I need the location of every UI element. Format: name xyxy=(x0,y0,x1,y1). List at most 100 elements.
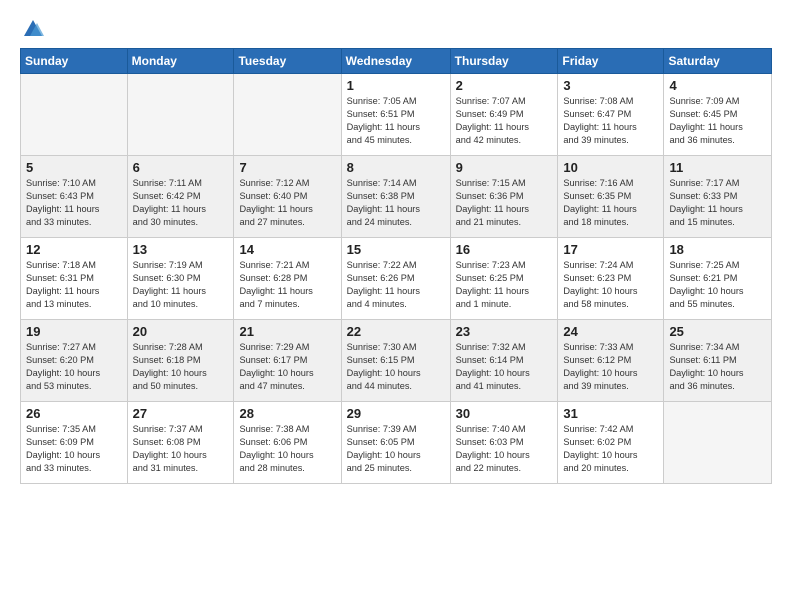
day-number: 14 xyxy=(239,242,335,257)
day-number: 3 xyxy=(563,78,658,93)
day-number: 2 xyxy=(456,78,553,93)
day-cell: 16Sunrise: 7:23 AM Sunset: 6:25 PM Dayli… xyxy=(450,238,558,320)
day-number: 22 xyxy=(347,324,445,339)
day-number: 15 xyxy=(347,242,445,257)
day-number: 4 xyxy=(669,78,766,93)
day-info: Sunrise: 7:15 AM Sunset: 6:36 PM Dayligh… xyxy=(456,177,553,229)
day-number: 20 xyxy=(133,324,229,339)
day-info: Sunrise: 7:07 AM Sunset: 6:49 PM Dayligh… xyxy=(456,95,553,147)
day-number: 30 xyxy=(456,406,553,421)
day-cell: 29 Sunrise: 7:39 AM Sunset: 6:05 PM Dayli… xyxy=(341,402,450,484)
day-cell: 17 Sunrise: 7:24 AM Sunset: 6:23 PM Dayli… xyxy=(558,238,664,320)
day-number: 19 xyxy=(26,324,122,339)
day-cell: 28 Sunrise: 7:38 AM Sunset: 6:06 PM Dayli… xyxy=(234,402,341,484)
day-number: 13 xyxy=(133,242,229,257)
day-number: 18 xyxy=(669,242,766,257)
weekday-header-row: SundayMondayTuesdayWednesdayThursdayFrid… xyxy=(21,49,772,74)
day-number: 24 xyxy=(563,324,658,339)
day-cell: 22 Sunrise: 7:30 AM Sunset: 6:15 PM Dayli… xyxy=(341,320,450,402)
day-info: Sunrise: 7:25 AM Sunset: 6:21 PM Dayligh… xyxy=(669,259,766,311)
day-info: Sunrise: 7:09 AM Sunset: 6:45 PM Dayligh… xyxy=(669,95,766,147)
day-info: Sunrise: 7:21 AM Sunset: 6:28 PM Dayligh… xyxy=(239,259,335,311)
day-info: Sunrise: 7:39 AM Sunset: 6:05 PM Dayligh… xyxy=(347,423,445,475)
day-info: Sunrise: 7:42 AM Sunset: 6:02 PM Dayligh… xyxy=(563,423,658,475)
day-cell: 23 Sunrise: 7:32 AM Sunset: 6:14 PM Dayli… xyxy=(450,320,558,402)
day-info: Sunrise: 7:24 AM Sunset: 6:23 PM Dayligh… xyxy=(563,259,658,311)
day-cell: 25 Sunrise: 7:34 AM Sunset: 6:11 PM Dayli… xyxy=(664,320,772,402)
weekday-header-friday: Friday xyxy=(558,49,664,74)
day-cell: 15 Sunrise: 7:22 AM Sunset: 6:26 PM Dayli… xyxy=(341,238,450,320)
week-row-5: 26 Sunrise: 7:35 AM Sunset: 6:09 PM Dayli… xyxy=(21,402,772,484)
page: SundayMondayTuesdayWednesdayThursdayFrid… xyxy=(0,0,792,612)
day-cell: 19 Sunrise: 7:27 AM Sunset: 6:20 PM Dayli… xyxy=(21,320,128,402)
weekday-header-sunday: Sunday xyxy=(21,49,128,74)
day-number: 17 xyxy=(563,242,658,257)
header-area xyxy=(20,18,772,40)
day-cell: 26 Sunrise: 7:35 AM Sunset: 6:09 PM Dayli… xyxy=(21,402,128,484)
day-info: Sunrise: 7:14 AM Sunset: 6:38 PM Dayligh… xyxy=(347,177,445,229)
day-number: 16 xyxy=(456,242,553,257)
week-row-3: 12 Sunrise: 7:18 AM Sunset: 6:31 PM Dayli… xyxy=(21,238,772,320)
day-number: 5 xyxy=(26,160,122,175)
week-row-4: 19 Sunrise: 7:27 AM Sunset: 6:20 PM Dayli… xyxy=(21,320,772,402)
day-info: Sunrise: 7:16 AM Sunset: 6:35 PM Dayligh… xyxy=(563,177,658,229)
day-info: Sunrise: 7:28 AM Sunset: 6:18 PM Dayligh… xyxy=(133,341,229,393)
day-cell: 13 Sunrise: 7:19 AM Sunset: 6:30 PM Dayli… xyxy=(127,238,234,320)
day-number: 28 xyxy=(239,406,335,421)
day-cell: 12 Sunrise: 7:18 AM Sunset: 6:31 PM Dayli… xyxy=(21,238,128,320)
day-cell: 14 Sunrise: 7:21 AM Sunset: 6:28 PM Dayli… xyxy=(234,238,341,320)
day-cell: 1Sunrise: 7:05 AM Sunset: 6:51 PM Daylig… xyxy=(341,74,450,156)
day-info: Sunrise: 7:38 AM Sunset: 6:06 PM Dayligh… xyxy=(239,423,335,475)
day-number: 7 xyxy=(239,160,335,175)
day-info: Sunrise: 7:30 AM Sunset: 6:15 PM Dayligh… xyxy=(347,341,445,393)
day-number: 11 xyxy=(669,160,766,175)
day-info: Sunrise: 7:22 AM Sunset: 6:26 PM Dayligh… xyxy=(347,259,445,311)
day-number: 9 xyxy=(456,160,553,175)
day-number: 25 xyxy=(669,324,766,339)
day-number: 12 xyxy=(26,242,122,257)
day-cell: 4 Sunrise: 7:09 AM Sunset: 6:45 PM Daylig… xyxy=(664,74,772,156)
day-info: Sunrise: 7:33 AM Sunset: 6:12 PM Dayligh… xyxy=(563,341,658,393)
day-info: Sunrise: 7:11 AM Sunset: 6:42 PM Dayligh… xyxy=(133,177,229,229)
day-number: 27 xyxy=(133,406,229,421)
day-cell: 18 Sunrise: 7:25 AM Sunset: 6:21 PM Dayli… xyxy=(664,238,772,320)
day-info: Sunrise: 7:35 AM Sunset: 6:09 PM Dayligh… xyxy=(26,423,122,475)
day-info: Sunrise: 7:27 AM Sunset: 6:20 PM Dayligh… xyxy=(26,341,122,393)
day-cell: 3 Sunrise: 7:08 AM Sunset: 6:47 PM Daylig… xyxy=(558,74,664,156)
day-info: Sunrise: 7:18 AM Sunset: 6:31 PM Dayligh… xyxy=(26,259,122,311)
calendar-table: SundayMondayTuesdayWednesdayThursdayFrid… xyxy=(20,48,772,484)
day-number: 29 xyxy=(347,406,445,421)
day-number: 8 xyxy=(347,160,445,175)
day-cell xyxy=(127,74,234,156)
day-cell: 21Sunrise: 7:29 AM Sunset: 6:17 PM Dayli… xyxy=(234,320,341,402)
day-cell: 5 Sunrise: 7:10 AM Sunset: 6:43 PM Daylig… xyxy=(21,156,128,238)
day-number: 6 xyxy=(133,160,229,175)
day-cell: 6 Sunrise: 7:11 AM Sunset: 6:42 PM Daylig… xyxy=(127,156,234,238)
day-cell: 2 Sunrise: 7:07 AM Sunset: 6:49 PM Daylig… xyxy=(450,74,558,156)
day-info: Sunrise: 7:19 AM Sunset: 6:30 PM Dayligh… xyxy=(133,259,229,311)
day-number: 31 xyxy=(563,406,658,421)
day-info: Sunrise: 7:08 AM Sunset: 6:47 PM Dayligh… xyxy=(563,95,658,147)
day-cell: 7 Sunrise: 7:12 AM Sunset: 6:40 PM Daylig… xyxy=(234,156,341,238)
day-info: Sunrise: 7:05 AM Sunset: 6:51 PM Dayligh… xyxy=(347,95,445,147)
day-cell xyxy=(234,74,341,156)
day-cell xyxy=(21,74,128,156)
weekday-header-monday: Monday xyxy=(127,49,234,74)
day-info: Sunrise: 7:10 AM Sunset: 6:43 PM Dayligh… xyxy=(26,177,122,229)
day-cell: 9 Sunrise: 7:15 AM Sunset: 6:36 PM Daylig… xyxy=(450,156,558,238)
day-cell: 24 Sunrise: 7:33 AM Sunset: 6:12 PM Dayli… xyxy=(558,320,664,402)
day-number: 26 xyxy=(26,406,122,421)
day-info: Sunrise: 7:12 AM Sunset: 6:40 PM Dayligh… xyxy=(239,177,335,229)
logo xyxy=(20,18,44,40)
day-cell: 20 Sunrise: 7:28 AM Sunset: 6:18 PM Dayli… xyxy=(127,320,234,402)
logo-icon xyxy=(22,18,44,40)
day-cell xyxy=(664,402,772,484)
weekday-header-tuesday: Tuesday xyxy=(234,49,341,74)
day-cell: 31 Sunrise: 7:42 AM Sunset: 6:02 PM Dayli… xyxy=(558,402,664,484)
day-cell: 8 Sunrise: 7:14 AM Sunset: 6:38 PM Daylig… xyxy=(341,156,450,238)
week-row-2: 5 Sunrise: 7:10 AM Sunset: 6:43 PM Daylig… xyxy=(21,156,772,238)
day-info: Sunrise: 7:32 AM Sunset: 6:14 PM Dayligh… xyxy=(456,341,553,393)
day-number: 21 xyxy=(239,324,335,339)
day-info: Sunrise: 7:34 AM Sunset: 6:11 PM Dayligh… xyxy=(669,341,766,393)
day-number: 23 xyxy=(456,324,553,339)
